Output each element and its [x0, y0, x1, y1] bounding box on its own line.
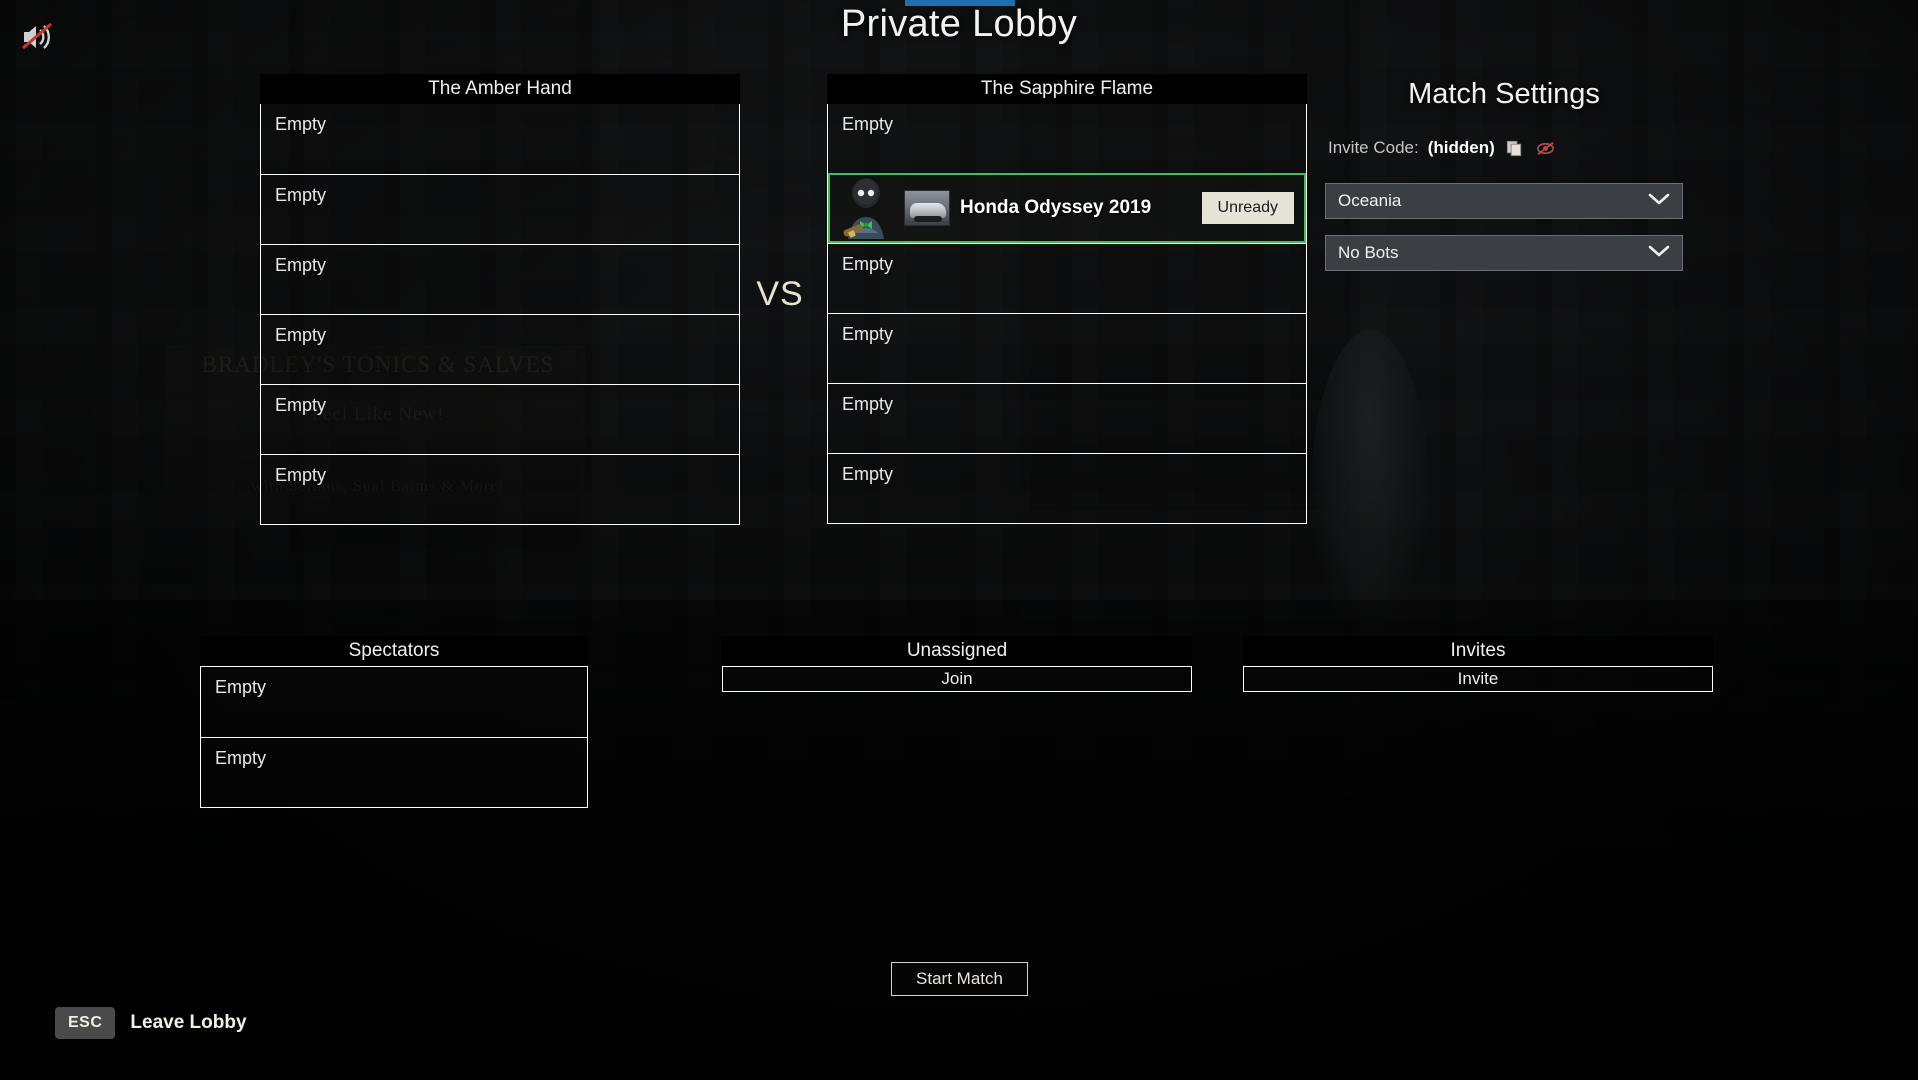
- player-name: Honda Odyssey 2019: [960, 197, 1152, 218]
- team-slots-right: Empty Honda Odyssey 2019 Unready Empty E…: [827, 104, 1307, 524]
- spectator-slot[interactable]: Empty: [201, 737, 587, 807]
- esc-key-badge: ESC: [55, 1007, 116, 1039]
- chevron-down-icon: [1648, 192, 1670, 211]
- team-slot[interactable]: Empty: [261, 314, 739, 384]
- slot-label: Empty: [842, 464, 894, 484]
- invites-panel: Invites Invite: [1243, 636, 1713, 692]
- team-slot[interactable]: Empty: [261, 174, 739, 244]
- invite-code-value: (hidden): [1427, 138, 1495, 157]
- team-slot[interactable]: Empty: [261, 244, 739, 314]
- join-button[interactable]: Join: [722, 666, 1192, 692]
- invite-code-label: Invite Code:: [1328, 138, 1419, 157]
- car-thumbnail-icon: [904, 190, 950, 226]
- team-slot[interactable]: Empty: [828, 243, 1306, 313]
- slot-label: Empty: [842, 114, 894, 134]
- slot-label: Empty: [842, 254, 894, 274]
- leave-lobby-label: Leave Lobby: [130, 1012, 247, 1033]
- slot-label: Empty: [842, 324, 894, 344]
- team-slot[interactable]: Empty: [261, 104, 739, 174]
- spectators-title: Spectators: [200, 636, 588, 666]
- region-dropdown-value: Oceania: [1338, 191, 1402, 210]
- unassigned-panel: Unassigned Join: [722, 636, 1192, 692]
- team-slot[interactable]: Empty: [261, 454, 739, 524]
- slot-label: Empty: [275, 465, 327, 485]
- page-title: Private Lobby: [840, 3, 1078, 45]
- team-slot[interactable]: Empty: [828, 453, 1306, 523]
- unready-button[interactable]: Unready: [1201, 192, 1294, 224]
- slot-label: Empty: [275, 114, 327, 134]
- slot-label: Empty: [275, 255, 327, 275]
- lobby-screen: BRADLEY'S TONICS & SALVES Feel Like New!…: [0, 0, 1918, 1080]
- invite-button[interactable]: Invite: [1243, 666, 1713, 692]
- team-name-right: The Sapphire Flame: [827, 74, 1307, 104]
- chevron-down-icon: [1648, 244, 1670, 263]
- slot-label: Empty: [842, 394, 894, 414]
- match-settings-title: Match Settings: [1408, 78, 1600, 110]
- region-dropdown[interactable]: Oceania: [1325, 183, 1683, 219]
- team-slot[interactable]: Empty: [828, 313, 1306, 383]
- player-avatar-icon: [838, 177, 894, 239]
- leave-lobby-hint[interactable]: ESC Leave Lobby: [55, 1007, 247, 1039]
- team-panel-left: The Amber Hand Empty Empty Empty Empty E…: [260, 74, 740, 525]
- team-slot-player[interactable]: Honda Odyssey 2019 Unready: [828, 173, 1306, 243]
- slot-label: Empty: [275, 325, 327, 345]
- spectators-slots: Empty Empty: [200, 666, 588, 808]
- versus-label: VS: [756, 275, 804, 313]
- eye-off-icon[interactable]: [1535, 137, 1557, 159]
- spectator-slot[interactable]: Empty: [201, 667, 587, 737]
- team-slot[interactable]: Empty: [828, 383, 1306, 453]
- start-match-button[interactable]: Start Match: [891, 962, 1028, 996]
- bots-dropdown[interactable]: No Bots: [1325, 235, 1683, 271]
- speaker-muted-icon[interactable]: [18, 20, 56, 54]
- spectators-panel: Spectators Empty Empty: [200, 636, 588, 808]
- match-settings-panel: Match Settings Invite Code: (hidden) Oce…: [1325, 78, 1683, 287]
- bots-dropdown-value: No Bots: [1338, 243, 1399, 262]
- team-panel-right: The Sapphire Flame Empty Honda Odyssey 2…: [827, 74, 1307, 524]
- slot-label: Empty: [275, 395, 327, 415]
- invites-title: Invites: [1243, 636, 1713, 666]
- team-slot[interactable]: Empty: [828, 104, 1306, 174]
- copy-icon[interactable]: [1504, 137, 1526, 159]
- top-progress-accent: [905, 0, 1015, 6]
- unassigned-title: Unassigned: [722, 636, 1192, 666]
- team-slot[interactable]: Empty: [261, 384, 739, 454]
- invite-code-row: Invite Code: (hidden): [1325, 137, 1683, 159]
- team-name-left: The Amber Hand: [260, 74, 740, 104]
- slot-label: Empty: [275, 185, 327, 205]
- team-slots-left: Empty Empty Empty Empty Empty Empty: [260, 104, 740, 525]
